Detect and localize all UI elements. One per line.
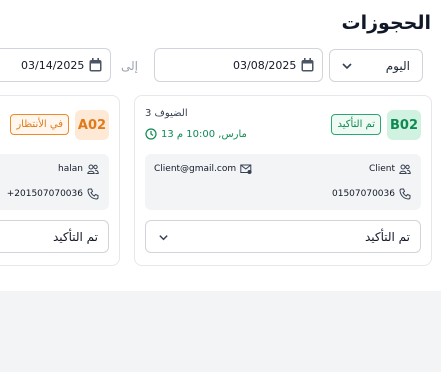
status-badge: تم التأكيد [331,114,381,135]
date-from-value: 03/08/2025 [233,59,297,72]
users-icon [87,164,99,174]
booking-datetime-text: 13 مارس, 10:00 م [161,128,247,140]
status-select-value: تم التأكيد [52,230,98,244]
phone-icon [399,188,411,200]
chevron-down-icon [159,235,168,241]
booking-code-badge: A02 [75,110,109,140]
page-title: الحجوزات [341,12,432,34]
client-phone-row: 01507070036 [332,188,411,200]
chevron-down-icon [342,63,352,70]
status-select-value: تم التأكيد [364,230,410,244]
date-to-input[interactable]: 03/14/2025 [0,48,111,82]
guest-count: 3 الضيوف [145,108,188,119]
booking-code-badge: B02 [387,110,421,140]
booking-datetime: 13 مارس, 10:00 م [145,128,247,140]
users-icon [399,164,411,174]
period-select-value: اليوم [385,59,410,73]
to-label: إلى [121,59,138,73]
client-info: halan +201507070036 [0,154,109,210]
footer-area [0,291,441,372]
status-select[interactable]: تم التأكيد [0,220,109,253]
calendar-icon[interactable] [301,58,314,72]
calendar-icon[interactable] [89,58,102,72]
client-phone-row: +201507070036 [7,188,99,200]
client-email: Client@gmail.com [154,164,237,174]
booking-card[interactable]: A02 في الأنتظار halan +201507070036 تم ا… [0,95,120,266]
email-icon [240,164,252,174]
period-select[interactable]: اليوم [329,49,423,82]
booking-card[interactable]: B02 تم التأكيد 3 الضيوف 13 مارس, 10:00 م… [134,95,432,266]
client-name: halan [58,164,83,174]
client-name: Client [368,164,395,174]
client-info: Client Client@gmail.com 01507070036 [145,154,421,210]
phone-icon [87,188,99,200]
client-email-row: Client@gmail.com [154,163,252,175]
client-name-row: Client [369,163,411,175]
date-to-value: 03/14/2025 [21,59,85,72]
clock-icon [145,128,157,140]
client-phone: 01507070036 [332,189,395,199]
client-name-row: halan [58,163,99,175]
date-from-input[interactable]: 03/08/2025 [154,48,323,82]
client-phone: +201507070036 [6,189,83,199]
status-badge: في الأنتظار [10,114,69,135]
status-select[interactable]: تم التأكيد [145,220,421,253]
